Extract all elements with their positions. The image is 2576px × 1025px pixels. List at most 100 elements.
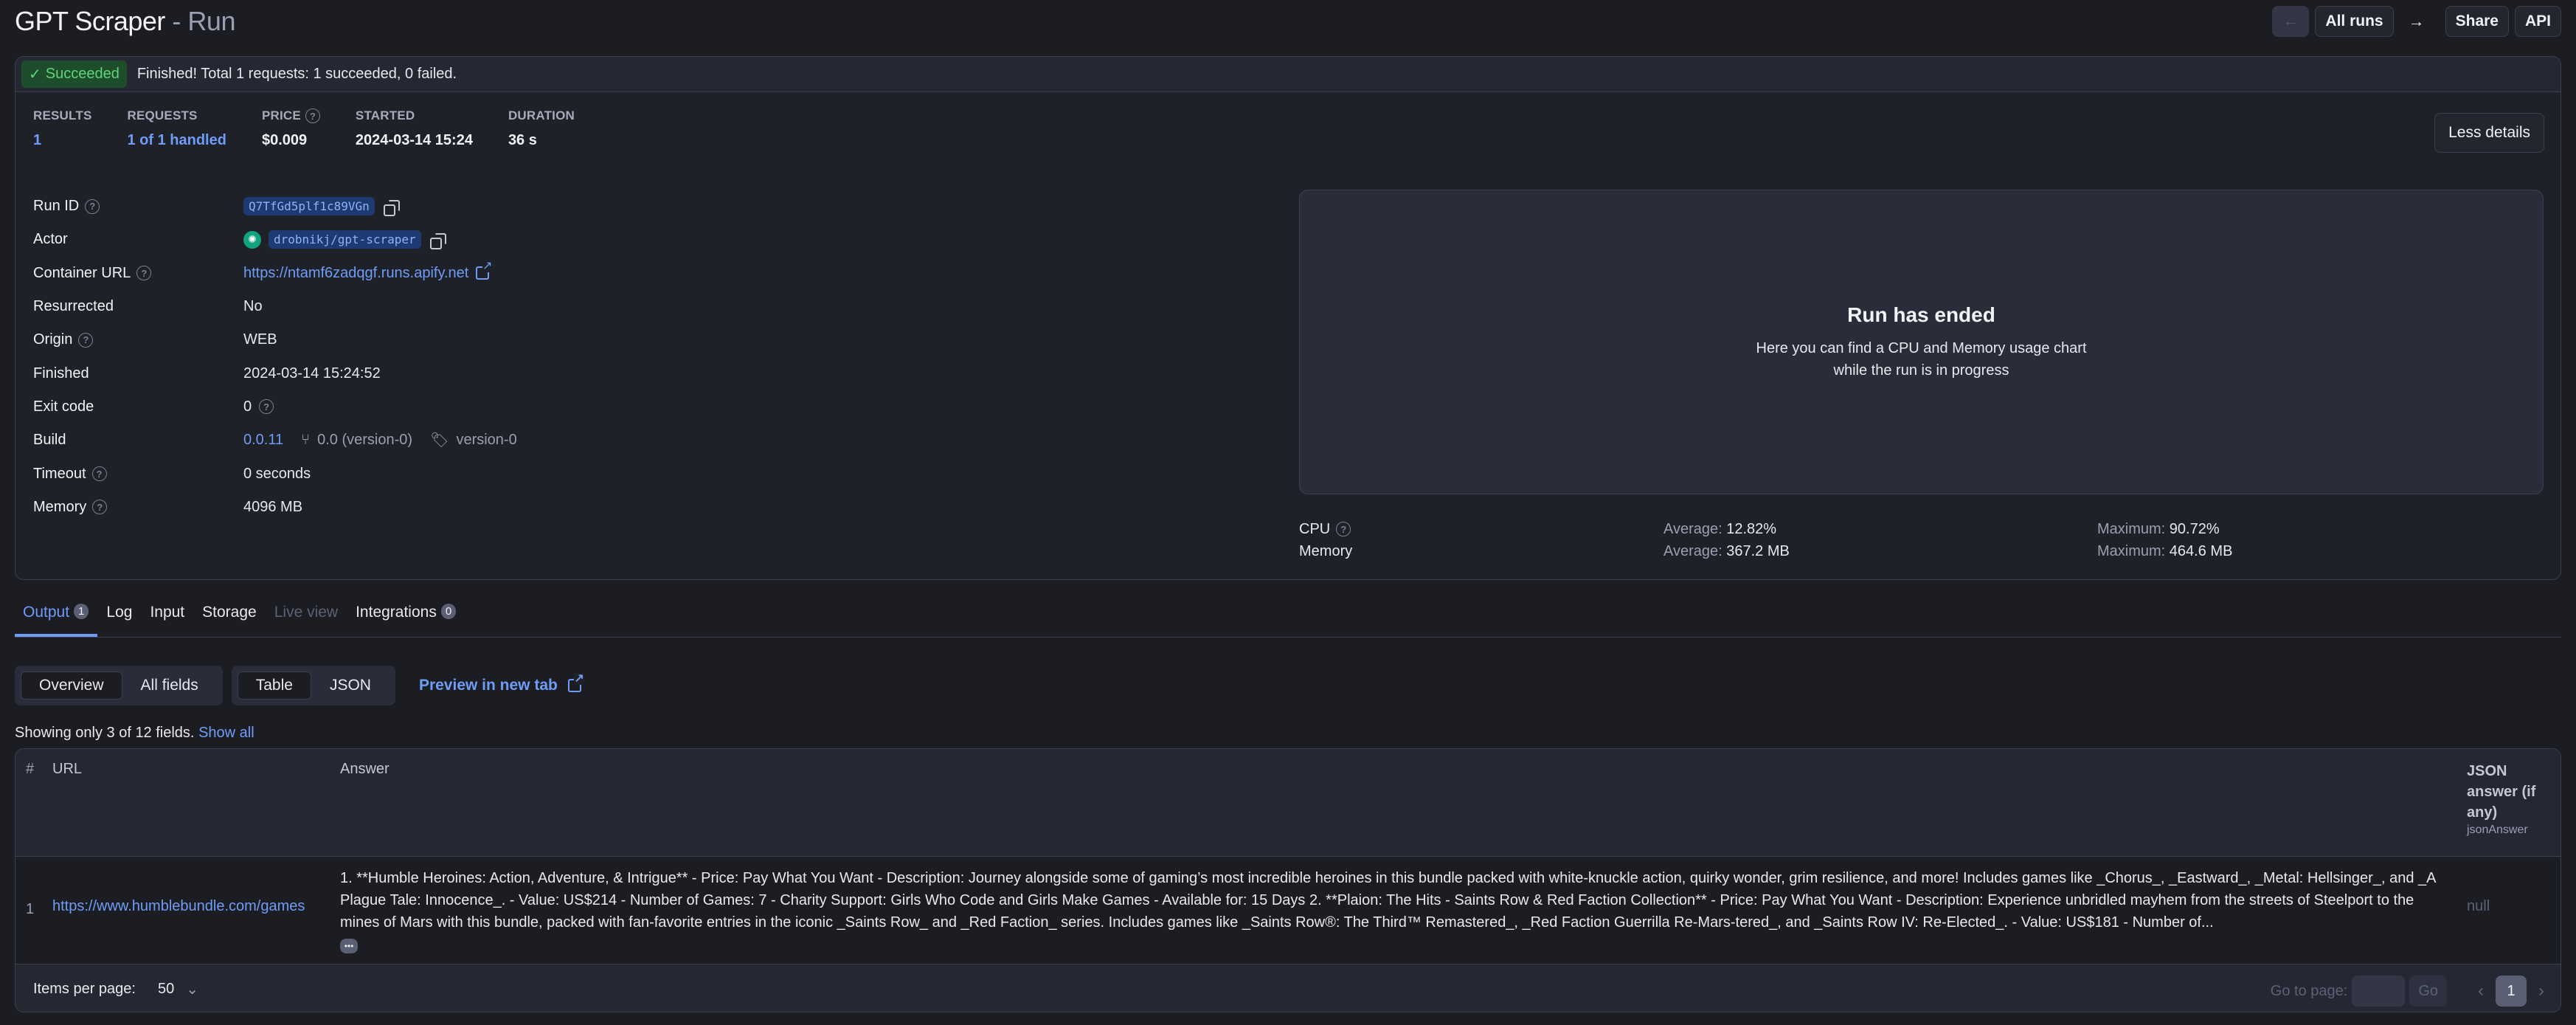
stat-duration: DURATION 36 s: [508, 108, 575, 149]
prop-label: Resurrected: [33, 298, 114, 315]
help-icon[interactable]: ?: [259, 399, 274, 415]
tab-input[interactable]: Input: [141, 596, 193, 637]
row-answer-text: 1. **Humble Heroines: Action, Adventure,…: [340, 870, 2436, 931]
table-toggle[interactable]: Table: [237, 672, 311, 700]
previous-run-button[interactable]: ←: [2272, 6, 2310, 37]
show-all-link[interactable]: Show all: [198, 725, 255, 741]
help-icon[interactable]: ?: [91, 466, 107, 482]
fields-info: Showing only 3 of 12 fields. Show all: [15, 725, 255, 742]
all-runs-button[interactable]: All runs: [2315, 6, 2394, 37]
tab-label: Output: [23, 604, 70, 621]
column-header-index: #: [26, 761, 35, 777]
preview-in-new-tab-link[interactable]: Preview in new tab: [419, 673, 584, 694]
api-button[interactable]: API: [2514, 6, 2561, 37]
status-badge: ✓ Succeeded: [21, 61, 127, 88]
stat-price: PRICE? $0.009: [262, 108, 320, 149]
usage-chart-placeholder: Run has ended Here you can find a CPU an…: [1299, 190, 2544, 494]
share-button[interactable]: Share: [2445, 6, 2509, 37]
help-icon[interactable]: ?: [92, 500, 108, 515]
prop-label: Actor: [33, 231, 68, 248]
actor-title: GPT Scraper: [15, 6, 165, 36]
tab-count-badge: 0: [440, 604, 457, 619]
help-icon[interactable]: ?: [78, 332, 94, 348]
page-number-current[interactable]: 1: [2496, 976, 2527, 1007]
price-value: $0.009: [261, 132, 308, 148]
next-run-button[interactable]: →: [2400, 12, 2440, 31]
prop-label: Exit code: [33, 398, 94, 415]
help-icon[interactable]: ?: [85, 199, 100, 214]
tab-count-badge: 1: [74, 604, 89, 619]
build-tag: version-0: [456, 432, 517, 449]
stat-label: RESULTS: [33, 108, 92, 122]
tag-icon: 🏷: [430, 432, 449, 449]
stat-label-wrap: PRICE?: [262, 108, 320, 123]
copy-icon[interactable]: [382, 199, 400, 216]
page-title: GPT Scraper - Run: [15, 6, 235, 37]
external-link-icon[interactable]: [476, 260, 493, 280]
json-toggle[interactable]: JSON: [311, 672, 389, 700]
external-link-icon: [567, 673, 584, 692]
resurrected-value: No: [243, 298, 263, 315]
build-branch: 0.0 (version-0): [317, 432, 413, 449]
column-header-json-key: jsonAnswer: [2467, 824, 2528, 836]
avg-label: Average:: [1663, 520, 1722, 537]
prop-label: Timeout: [33, 465, 86, 482]
actor-link[interactable]: drobnikj/gpt-scraper: [269, 230, 421, 249]
expand-more-button[interactable]: •••: [340, 939, 358, 953]
prev-page-button[interactable]: ‹: [2471, 981, 2491, 1001]
status-bar: ✓ Succeeded Finished! Total 1 requests: …: [15, 57, 2561, 92]
prop-origin: Origin? WEB: [33, 323, 918, 356]
page-header: GPT Scraper - Run ← All runs → Share API: [0, 0, 2576, 46]
view-toggle: Overview All fields: [15, 666, 223, 705]
stat-label: PRICE: [261, 108, 301, 122]
requests-link[interactable]: 1 of 1 handled: [127, 132, 226, 149]
prop-label: Memory: [33, 498, 87, 515]
all-fields-toggle[interactable]: All fields: [122, 672, 217, 700]
goto-page-input[interactable]: [2352, 976, 2406, 1007]
table-footer: Items per page: 50 ⌄ Go to page: Go ‹ 1 …: [15, 964, 2561, 1012]
results-link[interactable]: 1: [33, 132, 91, 149]
column-header-url[interactable]: URL: [52, 761, 82, 778]
run-stats: RESULTS 1 REQUESTS 1 of 1 handled PRICE?…: [33, 108, 610, 149]
chart-placeholder-text: Here you can find a CPU and Memory usage…: [1756, 337, 2087, 382]
usage-summary: CPU? Average: 12.82% Maximum: 90.72% Mem…: [1299, 518, 2544, 562]
run-details-card: ✓ Succeeded Finished! Total 1 requests: …: [15, 56, 2561, 580]
help-icon[interactable]: ?: [136, 266, 152, 281]
finished-value: 2024-03-14 15:24:52: [243, 365, 381, 382]
tab-log[interactable]: Log: [97, 596, 141, 637]
origin-value: WEB: [243, 331, 277, 348]
git-branch-icon: ⑂: [301, 432, 311, 449]
next-page-button[interactable]: ›: [2531, 981, 2552, 1001]
row-index: 1: [26, 901, 35, 917]
help-icon[interactable]: ?: [1336, 522, 1351, 536]
less-details-button[interactable]: Less details: [2434, 113, 2544, 153]
status-message: Finished! Total 1 requests: 1 succeeded,…: [136, 66, 457, 82]
column-header-json-answer[interactable]: JSON answer (if any) jsonAnswer: [2467, 761, 2548, 838]
tab-integrations[interactable]: Integrations 0: [347, 596, 465, 637]
check-icon: ✓: [29, 66, 41, 83]
tab-output[interactable]: Output 1: [15, 596, 98, 637]
timeout-value: 0 seconds: [243, 465, 311, 482]
copy-icon[interactable]: [429, 232, 446, 249]
memory-label: Memory: [1299, 542, 1353, 559]
prop-exit-code: Exit code 0?: [33, 390, 918, 424]
results-table: # URL Answer JSON answer (if any) jsonAn…: [15, 748, 2561, 1012]
items-per-page: Items per page: 50 ⌄: [33, 980, 198, 998]
go-button[interactable]: Go: [2409, 976, 2447, 1007]
cpu-average: 12.82%: [1726, 520, 1777, 537]
help-icon[interactable]: ?: [305, 108, 320, 123]
build-link[interactable]: 0.0.11: [243, 432, 283, 449]
prop-resurrected: Resurrected No: [33, 290, 918, 323]
arrow-right-icon: →: [2408, 12, 2425, 30]
overview-toggle[interactable]: Overview: [21, 672, 122, 700]
cpu-maximum: 90.72%: [2169, 520, 2220, 537]
row-url-link[interactable]: https://www.humblebundle.com/games: [52, 898, 305, 915]
container-url-link[interactable]: https://ntamf6zadqgf.runs.apify.net: [243, 265, 468, 282]
items-per-page-select[interactable]: 50 ⌄: [158, 980, 198, 998]
format-toggle: Table JSON: [231, 666, 395, 705]
stat-label: DURATION: [508, 108, 575, 122]
stat-started: STARTED 2024-03-14 15:24: [356, 108, 473, 149]
tab-storage[interactable]: Storage: [193, 596, 266, 637]
column-header-answer[interactable]: Answer: [340, 761, 389, 778]
run-properties: Run ID? Q7TfGd5plf1c89VGn Actor ✺ drobnik…: [33, 190, 918, 524]
